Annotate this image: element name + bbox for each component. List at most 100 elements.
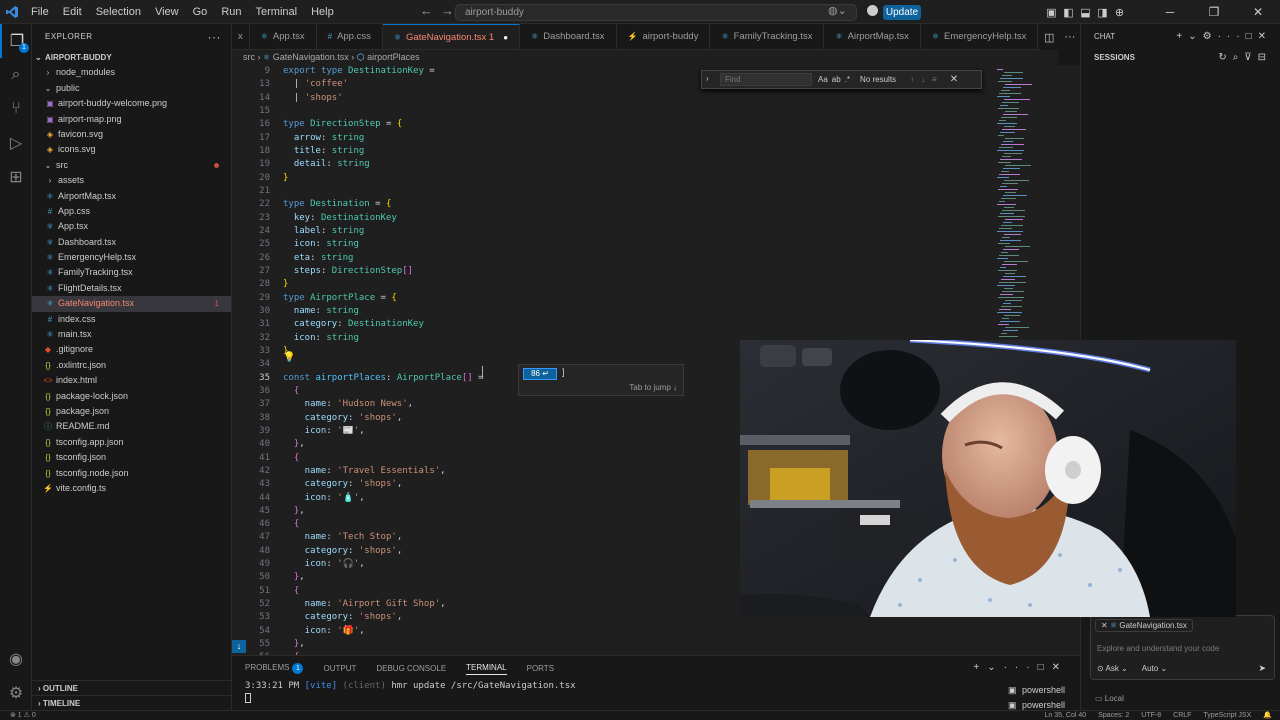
code-line[interactable]: export type DestinationKey = (283, 65, 489, 78)
workspace-root[interactable]: ⌄ AIRPORT-BUDDY (32, 50, 231, 65)
menu-view[interactable]: View (148, 0, 186, 24)
tab-terminal[interactable]: TERMINAL (466, 663, 507, 675)
find-nav-icons[interactable]: ↑↓≡ (910, 75, 944, 84)
tree-item[interactable]: ⚛ Dashboard.tsx (32, 235, 231, 250)
code-line[interactable]: type DirectionStep = { (283, 118, 489, 131)
toggle-sidebar-icon[interactable]: ◧ (1060, 6, 1077, 19)
layout-icon[interactable]: ▣ (1043, 6, 1060, 19)
code-line[interactable]: icon: '📰', (283, 425, 489, 438)
breadcrumb-symbol[interactable]: airportPlaces (367, 52, 420, 62)
editor-tab[interactable]: ⚡ airport-buddy (617, 24, 711, 49)
tree-item[interactable]: {} tsconfig.node.json (32, 466, 231, 481)
menu-run[interactable]: Run (214, 0, 248, 24)
menu-help[interactable]: Help (304, 0, 341, 24)
more-actions-icon[interactable]: ··· (1064, 31, 1075, 43)
search-icon[interactable]: ⌕ (0, 58, 32, 92)
source-control-icon[interactable]: ⑂ (0, 92, 32, 126)
toggle-panel-icon[interactable]: ⬓ (1077, 6, 1094, 19)
whole-word-icon[interactable]: ab (832, 75, 841, 84)
code-line[interactable]: { (283, 385, 489, 398)
menu-terminal[interactable]: Terminal (249, 0, 305, 24)
code-line[interactable]: icon: string (283, 332, 489, 345)
more-actions-icon[interactable]: ··· (208, 24, 222, 50)
tree-item[interactable]: ⚛ FamilyTracking.tsx (32, 265, 231, 280)
code-line[interactable]: name: 'Travel Essentials', (283, 465, 489, 478)
tree-item[interactable]: # App.css (32, 204, 231, 219)
tree-item[interactable]: › assets (32, 173, 231, 188)
chevron-right-icon[interactable]: › (706, 74, 709, 83)
code-line[interactable]: arrow: string (283, 132, 489, 145)
code-line[interactable]: detail: string (283, 158, 489, 171)
context-chip[interactable]: ✕ ⚛ GateNavigation.tsx (1095, 619, 1193, 632)
close-icon[interactable]: ✕ (1236, 5, 1280, 19)
tree-item[interactable]: ▣ airport-buddy-welcome.png (32, 96, 231, 111)
tree-item[interactable]: <> index.html (32, 373, 231, 388)
split-editor-icon[interactable]: ◫ (1044, 31, 1054, 44)
code-line[interactable]: label: string (283, 225, 489, 238)
chat-input-box[interactable]: ✕ ⚛ GateNavigation.tsx Explore and under… (1090, 615, 1275, 680)
mode-picker[interactable]: ⊙ Ask ⌄ (1097, 664, 1128, 673)
manage-gear-icon[interactable]: ⚙ (0, 676, 32, 710)
code-line[interactable]: icon: '🧴', (283, 492, 489, 505)
code-line[interactable]: name: 'Hudson News', (283, 398, 489, 411)
code-line[interactable]: icon: '🎁', (283, 625, 489, 638)
line-endings[interactable]: CRLF (1173, 711, 1191, 720)
code-line[interactable]: type Destination = { (283, 198, 489, 211)
update-button[interactable]: Update (883, 5, 921, 20)
tab-problems[interactable]: PROBLEMS 1 (245, 663, 304, 674)
extensions-icon[interactable]: ⊞ (0, 160, 32, 194)
tree-item[interactable]: ▣ airport-map.png (32, 112, 231, 127)
tree-item[interactable]: ⚛ FlightDetails.tsx (32, 281, 231, 296)
code-line[interactable]: { (283, 585, 489, 598)
tree-item[interactable]: ⓘ README.md (32, 419, 231, 434)
code-line[interactable]: icon: string (283, 238, 489, 251)
sessions-controls[interactable]: ↻⌕⊽⊟ (1218, 50, 1272, 66)
tree-item[interactable]: {} .oxlintrc.json (32, 358, 231, 373)
tree-item[interactable]: ⚛ AirportMap.tsx (32, 189, 231, 204)
code-line[interactable]: eta: string (283, 252, 489, 265)
code-line[interactable]: category: 'shops', (283, 611, 489, 624)
globe-icon[interactable]: ⊕ (1111, 6, 1128, 19)
chat-controls[interactable]: +⌄⚙···□✕ (1176, 24, 1272, 50)
account-icon[interactable] (867, 5, 878, 16)
code-line[interactable]: }, (283, 505, 489, 518)
tree-item[interactable]: {} package.json (32, 404, 231, 419)
code-line[interactable]: title: string (283, 145, 489, 158)
tree-item[interactable]: ◆ .gitignore (32, 342, 231, 357)
notifications-icon[interactable]: 🔔 (1263, 711, 1272, 720)
restore-icon[interactable]: ❐ (1192, 5, 1236, 19)
tree-item[interactable]: ⌄ public (32, 81, 231, 96)
tree-item[interactable]: ⚛ App.tsx (32, 219, 231, 234)
code-line[interactable]: category: 'shops', (283, 412, 489, 425)
editor-tab[interactable]: ⚛ FamilyTracking.tsx (710, 24, 825, 49)
code-line[interactable]: }, (283, 571, 489, 584)
minimize-icon[interactable]: ─ (1148, 5, 1192, 19)
code-line[interactable]: | 'coffee' (283, 78, 489, 91)
cursor-position[interactable]: Ln 35, Col 40 (1045, 711, 1087, 720)
code-line[interactable]: category: 'shops', (283, 478, 489, 491)
terminal-output[interactable]: 3:33:21 PM [vite] (client) hmr update /s… (232, 681, 1080, 703)
code-line[interactable]: name: 'Airport Gift Shop', (283, 598, 489, 611)
chat-location[interactable]: ▭ Local (1095, 694, 1124, 703)
code-line[interactable]: category: DestinationKey (283, 318, 489, 331)
code-line[interactable] (283, 358, 489, 371)
tree-item[interactable]: ⚛ GateNavigation.tsx 1 (32, 296, 231, 312)
code-line[interactable]: const airportPlaces: AirportPlace[] = (283, 372, 489, 385)
tree-item[interactable]: ⚡ vite.config.ts (32, 481, 231, 496)
scroll-down-icon[interactable]: ↓ (232, 640, 246, 653)
terminal-instance[interactable]: ▣ powershell (1006, 683, 1080, 698)
toggle-secondary-icon[interactable]: ◨ (1094, 6, 1111, 19)
tree-item[interactable]: ◈ icons.svg (32, 142, 231, 157)
send-icon[interactable]: ➤ (1258, 663, 1266, 674)
tree-item[interactable]: ⚛ EmergencyHelp.tsx (32, 250, 231, 265)
encoding[interactable]: UTF-8 (1141, 711, 1161, 720)
regex-icon[interactable]: .* (845, 75, 850, 84)
tree-item[interactable]: › node_modules (32, 65, 231, 80)
tree-item[interactable]: ⌄ src (32, 158, 231, 173)
timeline-section[interactable]: › TIMELINE (32, 695, 232, 710)
tab-output[interactable]: OUTPUT (323, 664, 356, 673)
code-text[interactable]: export type DestinationKey = | 'coffee' … (283, 65, 489, 655)
find-input[interactable]: Find (720, 73, 812, 86)
tree-item[interactable]: ⚛ main.tsx (32, 327, 231, 342)
code-line[interactable]: } (283, 345, 489, 358)
